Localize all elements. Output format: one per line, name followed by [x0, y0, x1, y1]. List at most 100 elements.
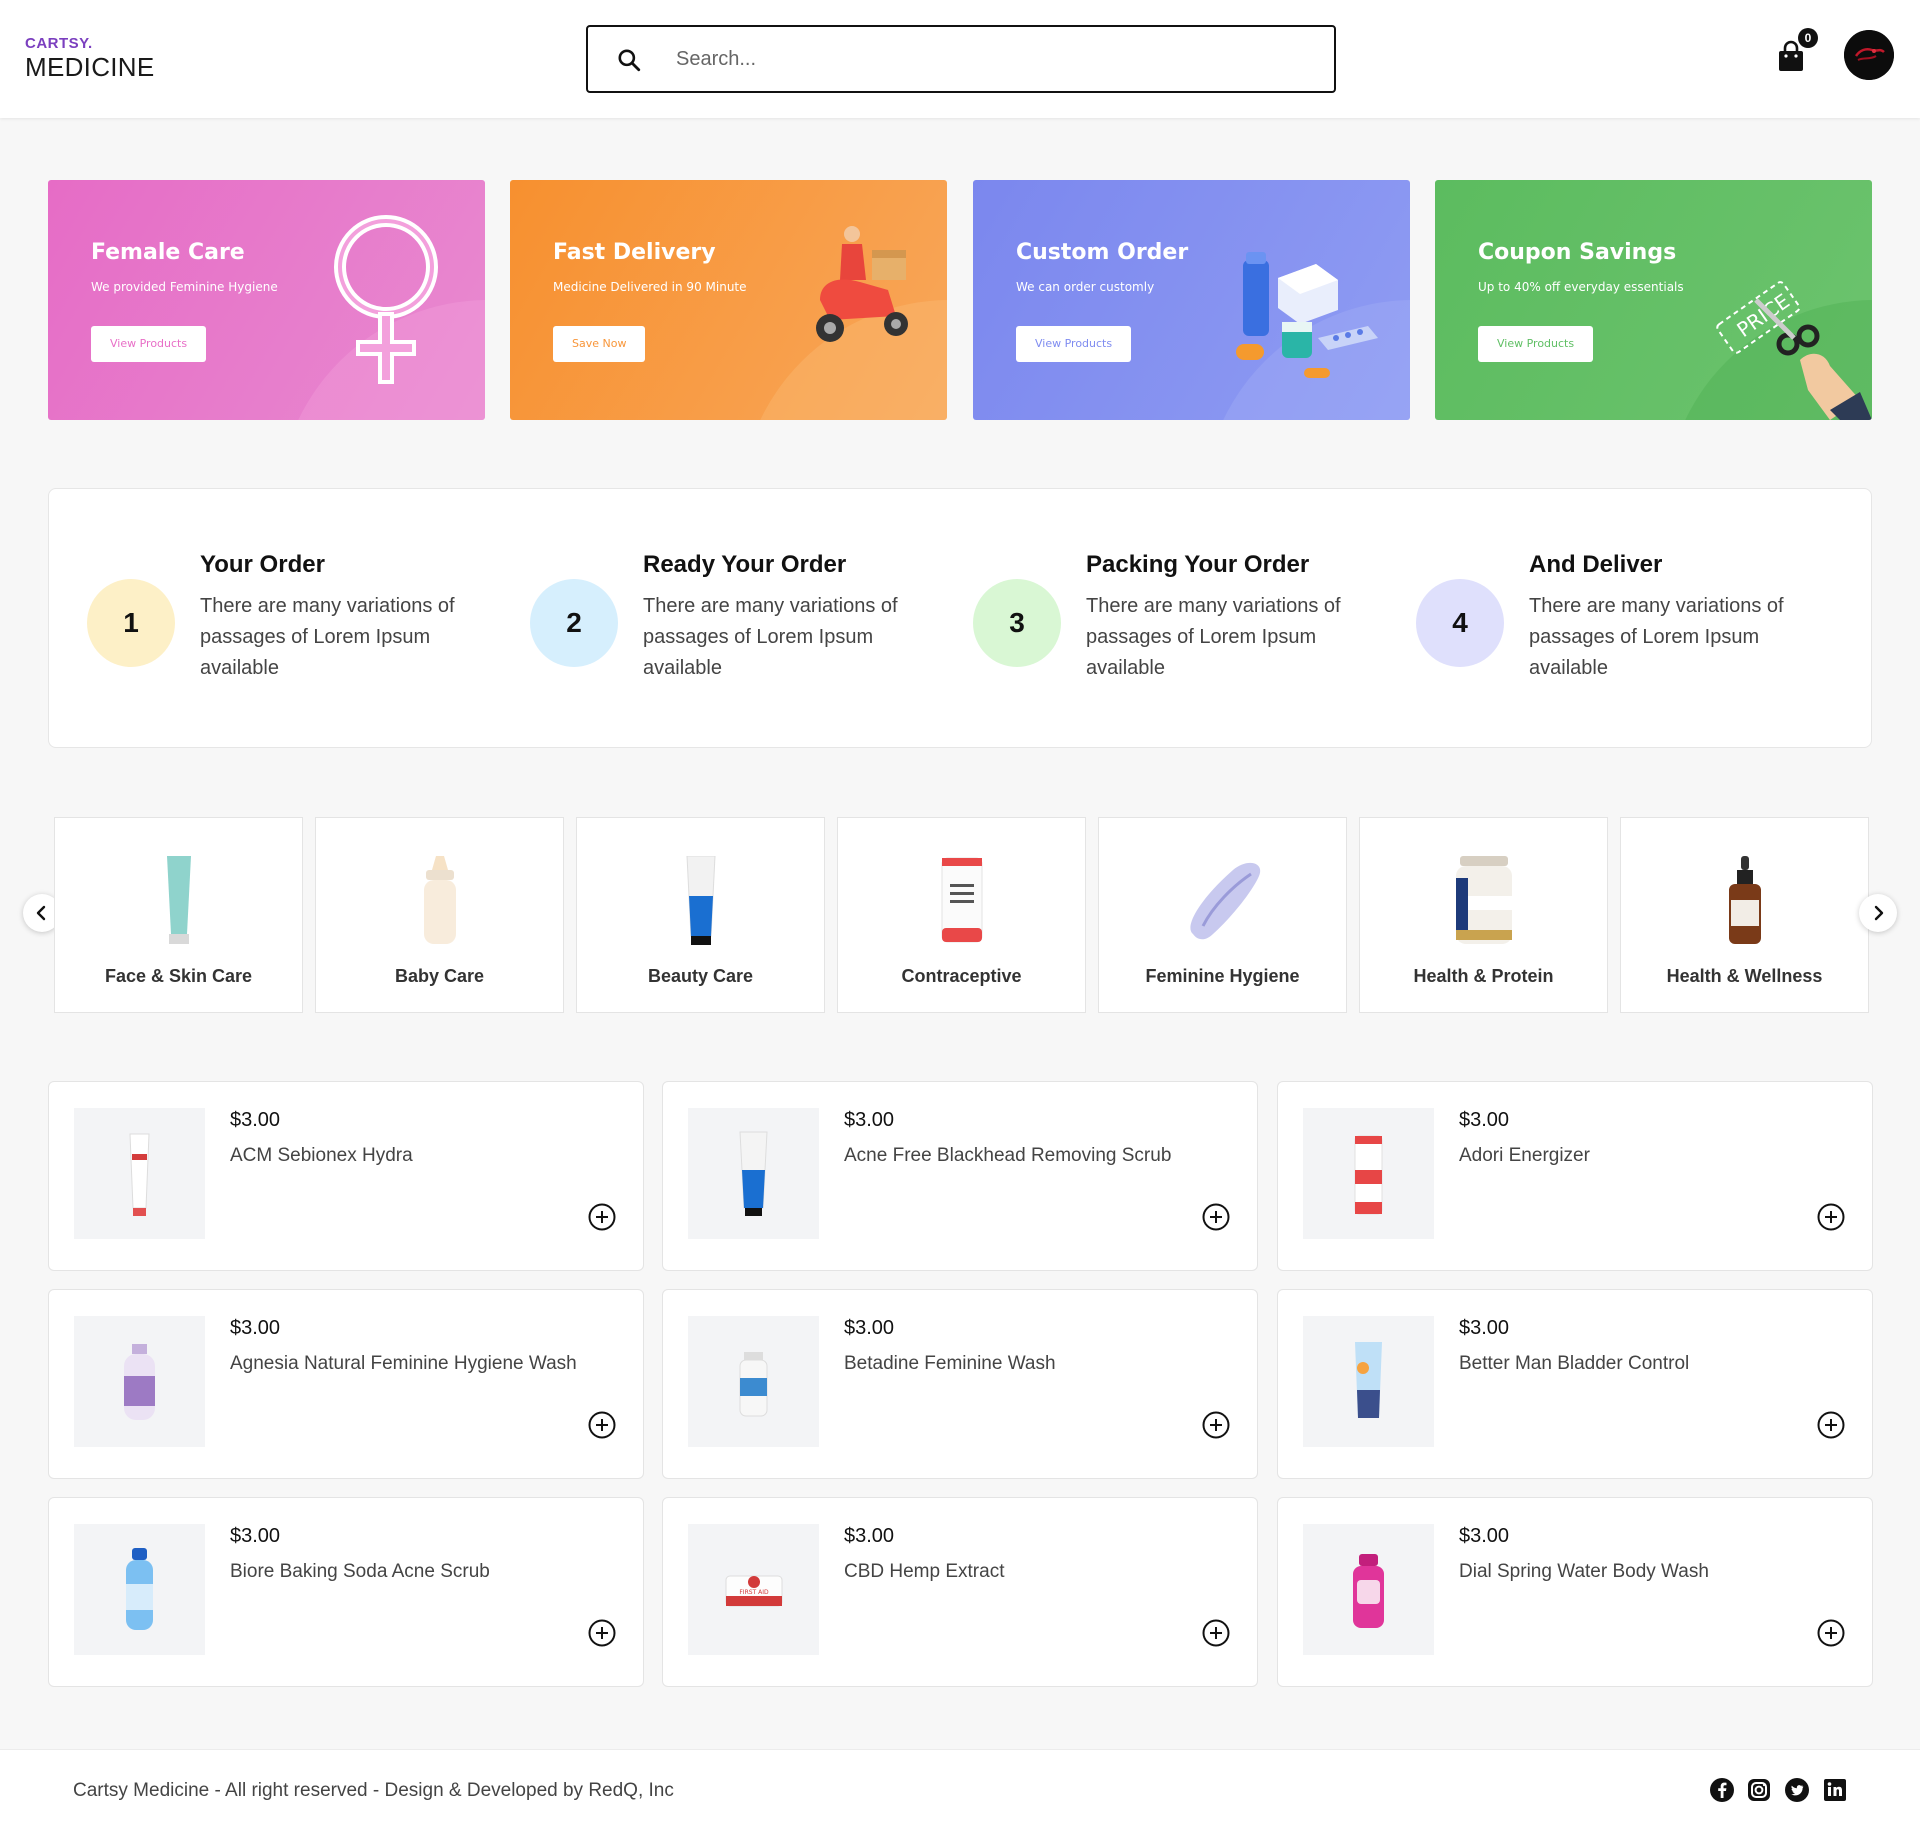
- protein-jar-icon: [1456, 856, 1512, 944]
- promo-subtitle: We can order customly: [1016, 280, 1155, 294]
- add-to-cart-icon[interactable]: [1816, 1202, 1846, 1232]
- step-item: 3 Packing Your Order There are many vari…: [935, 551, 1365, 691]
- promo-fast-delivery: Fast Delivery Medicine Delivered in 90 M…: [510, 180, 947, 420]
- product-image[interactable]: [1303, 1108, 1434, 1239]
- order-steps-panel: 1 Your Order There are many variations o…: [48, 488, 1872, 748]
- category-card[interactable]: Feminine Hygiene: [1098, 817, 1347, 1013]
- add-to-cart-icon[interactable]: [1816, 1618, 1846, 1648]
- site-logo[interactable]: CARTSY. MEDICINE: [25, 36, 155, 83]
- product-card[interactable]: $3.00 Biore Baking Soda Acne Scrub: [48, 1497, 644, 1687]
- cart-count-badge: 0: [1798, 28, 1818, 48]
- step-text: There are many variations of passages of…: [1086, 595, 1341, 679]
- search-input[interactable]: [676, 41, 1296, 77]
- category-card[interactable]: Health & Protein: [1359, 817, 1608, 1013]
- product-price: $3.00: [844, 1109, 895, 1131]
- carousel-next-button[interactable]: [1859, 894, 1897, 932]
- product-card[interactable]: $3.00 Agnesia Natural Feminine Hygiene W…: [48, 1289, 644, 1479]
- promo-subtitle: We provided Feminine Hygiene: [91, 280, 278, 294]
- facebook-icon[interactable]: [1709, 1777, 1735, 1803]
- category-label: Health & Protein: [1413, 966, 1554, 986]
- save-now-button[interactable]: Save Now: [553, 326, 646, 362]
- add-to-cart-icon[interactable]: [587, 1618, 617, 1648]
- product-image[interactable]: FIRST AID: [688, 1524, 819, 1655]
- sanitary-pad-icon: [1190, 862, 1261, 940]
- category-label: Feminine Hygiene: [1145, 966, 1300, 986]
- step-item: 1 Your Order There are many variations o…: [49, 551, 479, 691]
- page-footer: Cartsy Medicine - All right reserved - D…: [0, 1749, 1920, 1830]
- product-name[interactable]: Acne Free Blackhead Removing Scrub: [844, 1145, 1171, 1167]
- category-label: Health & Wellness: [1666, 966, 1823, 986]
- product-card[interactable]: $3.00 ACM Sebionex Hydra: [48, 1081, 644, 1271]
- add-to-cart-icon[interactable]: [587, 1202, 617, 1232]
- promo-title: Fast Delivery: [553, 240, 716, 265]
- add-to-cart-icon[interactable]: [1816, 1410, 1846, 1440]
- product-image[interactable]: [688, 1108, 819, 1239]
- add-to-cart-icon[interactable]: [587, 1410, 617, 1440]
- product-price: $3.00: [844, 1525, 895, 1547]
- step-text: There are many variations of passages of…: [200, 595, 455, 679]
- promo-custom-order: Custom Order We can order customly View …: [973, 180, 1410, 420]
- category-label: Contraceptive: [901, 966, 1022, 986]
- contraceptive-bottle-icon: [941, 857, 983, 943]
- product-image[interactable]: [1303, 1316, 1434, 1447]
- add-to-cart-icon[interactable]: [1201, 1410, 1231, 1440]
- view-products-button[interactable]: View Products: [1016, 326, 1132, 362]
- product-name[interactable]: Betadine Feminine Wash: [844, 1353, 1056, 1375]
- step-text: There are many variations of passages of…: [643, 595, 898, 679]
- search-icon[interactable]: [616, 47, 642, 73]
- step-number: 2: [530, 579, 618, 667]
- product-name[interactable]: CBD Hemp Extract: [844, 1561, 1004, 1583]
- beauty-tube-icon: [686, 856, 716, 945]
- chevron-right-icon: [1874, 905, 1884, 921]
- chevron-left-icon: [36, 905, 46, 921]
- instagram-icon[interactable]: [1746, 1777, 1772, 1803]
- product-image[interactable]: [74, 1316, 205, 1447]
- product-name[interactable]: Adori Energizer: [1459, 1145, 1590, 1167]
- category-card[interactable]: Beauty Care: [576, 817, 825, 1013]
- product-price: $3.00: [230, 1109, 281, 1131]
- product-image[interactable]: [74, 1108, 205, 1239]
- step-title: And Deliver: [1529, 551, 1663, 578]
- product-price: $3.00: [1459, 1317, 1510, 1339]
- category-label: Baby Care: [394, 966, 485, 986]
- product-image[interactable]: [1303, 1524, 1434, 1655]
- product-card[interactable]: $3.00 Better Man Bladder Control: [1277, 1289, 1873, 1479]
- delivery-scooter-icon: [816, 226, 908, 342]
- category-card[interactable]: Face & Skin Care: [54, 817, 303, 1013]
- product-card[interactable]: $3.00 Acne Free Blackhead Removing Scrub: [662, 1081, 1258, 1271]
- avatar-image: [1844, 30, 1894, 80]
- product-card[interactable]: $3.00 Betadine Feminine Wash: [662, 1289, 1258, 1479]
- product-name[interactable]: Better Man Bladder Control: [1459, 1353, 1689, 1375]
- product-image[interactable]: [688, 1316, 819, 1447]
- first-aid-label: FIRST AID: [739, 1589, 769, 1596]
- coupon-scissors-icon: PRICE: [1716, 281, 1872, 420]
- add-to-cart-icon[interactable]: [1201, 1618, 1231, 1648]
- product-price: $3.00: [1459, 1109, 1510, 1131]
- category-card[interactable]: Health & Wellness: [1620, 817, 1869, 1013]
- product-card[interactable]: FIRST AID $3.00 CBD Hemp Extract: [662, 1497, 1258, 1687]
- product-name[interactable]: Biore Baking Soda Acne Scrub: [230, 1561, 490, 1583]
- product-card[interactable]: $3.00 Dial Spring Water Body Wash: [1277, 1497, 1873, 1687]
- product-price: $3.00: [844, 1317, 895, 1339]
- add-to-cart-icon[interactable]: [1201, 1202, 1231, 1232]
- linkedin-icon[interactable]: [1822, 1777, 1848, 1803]
- product-name[interactable]: ACM Sebionex Hydra: [230, 1145, 413, 1167]
- product-name[interactable]: Agnesia Natural Feminine Hygiene Wash: [230, 1353, 577, 1375]
- copyright-text: Cartsy Medicine - All right reserved - D…: [73, 1780, 674, 1801]
- product-name[interactable]: Dial Spring Water Body Wash: [1459, 1561, 1709, 1583]
- skin-care-tube-icon: [167, 856, 191, 944]
- category-card[interactable]: Baby Care: [315, 817, 564, 1013]
- promo-coupon-savings: Coupon Savings Up to 40% off everyday es…: [1435, 180, 1872, 420]
- category-carousel: Face & Skin Care Baby Care Beauty Care C…: [54, 817, 1870, 1013]
- product-card[interactable]: $3.00 Adori Energizer: [1277, 1081, 1873, 1271]
- category-card[interactable]: Contraceptive: [837, 817, 1086, 1013]
- product-price: $3.00: [230, 1525, 281, 1547]
- user-avatar[interactable]: [1844, 30, 1894, 80]
- view-products-button[interactable]: View Products: [91, 326, 207, 362]
- twitter-icon[interactable]: [1784, 1777, 1810, 1803]
- category-label: Beauty Care: [647, 966, 754, 986]
- product-image[interactable]: [74, 1524, 205, 1655]
- promo-female-care: Female Care We provided Feminine Hygiene…: [48, 180, 485, 420]
- view-products-button[interactable]: View Products: [1478, 326, 1594, 362]
- product-price: $3.00: [1459, 1525, 1510, 1547]
